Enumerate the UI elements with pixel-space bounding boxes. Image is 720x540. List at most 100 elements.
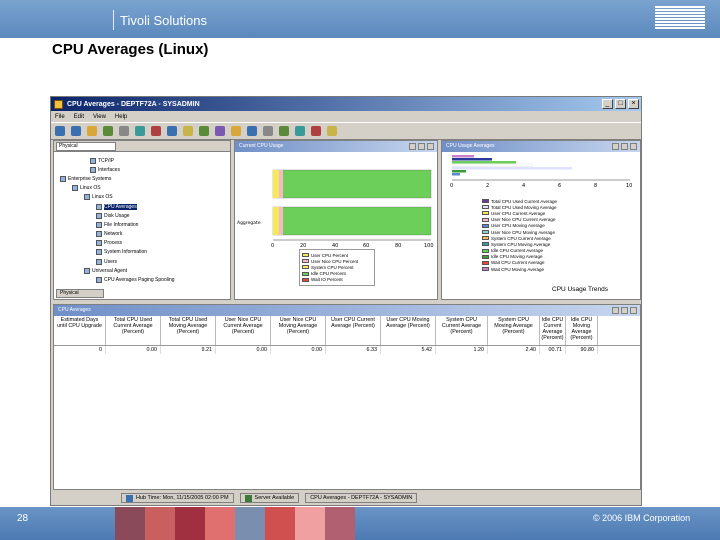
panel-menu-button[interactable] — [409, 143, 416, 150]
print-icon[interactable] — [119, 126, 129, 136]
trend-footer-label: CPU Usage Trends — [552, 286, 608, 293]
trend-bar — [452, 167, 572, 170]
footer-decoration — [115, 507, 355, 540]
table-icon[interactable] — [199, 126, 209, 136]
column-header[interactable]: System CPU Current Average (Percent) — [436, 316, 488, 345]
tree-node[interactable]: Process — [56, 239, 230, 248]
table-cell: 90.80 — [566, 346, 598, 354]
menu-view[interactable]: View — [93, 114, 106, 120]
table-cell: 0 — [54, 346, 106, 354]
maximize-button[interactable]: □ — [615, 99, 626, 109]
close-button[interactable]: × — [628, 99, 639, 109]
navigator-tab-physical[interactable]: Physical — [56, 289, 104, 298]
menu-help[interactable]: Help — [115, 114, 127, 120]
menu-file[interactable]: File — [55, 114, 65, 120]
trend-bar — [452, 158, 492, 161]
tree-node[interactable]: System Information — [56, 248, 230, 257]
node-icon — [90, 166, 96, 173]
cpu-averages-table-panel: CPU Averages Estimated Days until CPU Up… — [53, 304, 641, 490]
trend-legend: Total CPU Used Current Average Total CPU… — [480, 196, 598, 275]
node-icon — [72, 185, 78, 192]
workspace-icon[interactable] — [167, 126, 177, 136]
column-header[interactable]: User CPU Current Average (Percent) — [326, 316, 381, 345]
column-header[interactable]: Idle CPU Moving Average (Percent) — [566, 316, 598, 345]
panel-menu-button[interactable] — [612, 307, 619, 314]
page-number: 28 — [17, 513, 29, 524]
table-cell: 00.71 — [540, 346, 566, 354]
node-icon — [96, 258, 102, 265]
tree-node[interactable]: Users — [56, 257, 230, 266]
tree-node[interactable]: CPU Averages Paging Spooling — [56, 275, 230, 284]
status-server: Server Available — [239, 493, 300, 503]
column-header[interactable]: Total CPU Used Moving Average (Percent) — [161, 316, 216, 345]
panel-maximize-button[interactable] — [418, 143, 425, 150]
forward-icon[interactable] — [71, 126, 81, 136]
browser-icon[interactable] — [263, 126, 273, 136]
tree-node[interactable]: Interfaces — [56, 165, 230, 174]
home-icon[interactable] — [87, 126, 97, 136]
node-icon — [90, 157, 96, 164]
status-hub-time: Hub Time: Mon, 11/15/2005 02:00 PM — [121, 493, 234, 503]
panel-menu-button[interactable] — [612, 143, 619, 150]
tree-node[interactable]: File Information — [56, 220, 230, 229]
bar-row2-user — [273, 207, 279, 235]
bar-row1-user — [273, 170, 279, 198]
notepad-icon[interactable] — [247, 126, 257, 136]
panel-close-button[interactable] — [427, 143, 434, 150]
window-titlebar: CPU Averages - DEPTF72A - SYSADMIN _ □ × — [51, 97, 641, 111]
x-tick: 100 — [424, 243, 434, 249]
trend-panel-title: CPU Usage Averages — [446, 143, 495, 149]
event-icon[interactable] — [311, 126, 321, 136]
node-icon — [96, 249, 102, 256]
bar-panel-header: Current CPU Usage — [235, 141, 437, 152]
trend-x-tick: 2 — [486, 183, 489, 189]
tree-node[interactable]: Disk Usage — [56, 211, 230, 220]
back-icon[interactable] — [55, 126, 65, 136]
column-header[interactable]: User CPU Moving Average (Percent) — [381, 316, 436, 345]
panel-close-button[interactable] — [630, 143, 637, 150]
column-header[interactable]: Total CPU Used Current Average (Percent) — [106, 316, 161, 345]
tree-node[interactable]: Universal Agent — [56, 266, 230, 275]
navigator-view-select[interactable]: Physical — [56, 141, 116, 151]
ibm-logo — [655, 6, 705, 30]
chart-icon[interactable] — [183, 126, 193, 136]
table-panel-header: CPU Averages — [54, 305, 640, 316]
application-window: CPU Averages - DEPTF72A - SYSADMIN _ □ ×… — [50, 96, 642, 506]
tree-node[interactable]: Linux OS — [56, 193, 230, 202]
tree-node[interactable]: Linux OS — [56, 184, 230, 193]
column-header[interactable]: User Nice CPU Moving Average (Percent) — [271, 316, 326, 345]
tree-node[interactable]: TCP/IP — [56, 156, 230, 165]
tree-node[interactable]: Enterprise Systems — [56, 174, 230, 183]
column-header[interactable]: System CPU Moving Average (Percent) — [488, 316, 540, 345]
bar-row2-nice — [279, 207, 283, 235]
plot-icon[interactable] — [215, 126, 225, 136]
panel-maximize-button[interactable] — [621, 307, 628, 314]
node-icon — [84, 194, 90, 201]
node-icon — [96, 221, 102, 228]
minimize-button[interactable]: _ — [602, 99, 613, 109]
menu-edit[interactable]: Edit — [74, 114, 84, 120]
terminal-icon[interactable] — [279, 126, 289, 136]
topology-icon[interactable] — [295, 126, 305, 136]
tree-node-selected[interactable]: CPU Averages — [56, 202, 230, 211]
table-row[interactable]: 0 0.00 9.21 0.00 0.00 6.33 5.42 1.20 2.4… — [54, 346, 640, 354]
table-cell: 0.00 — [271, 346, 326, 354]
column-header[interactable]: Estimated Days until CPU Upgrade — [54, 316, 106, 345]
tree-node[interactable]: Network — [56, 230, 230, 239]
column-header[interactable]: Idle CPU Current Average (Percent) — [540, 316, 566, 345]
trend-x-tick: 8 — [594, 183, 597, 189]
bar-category-label: Aggregate — [237, 220, 261, 226]
panel-close-button[interactable] — [630, 307, 637, 314]
panel-maximize-button[interactable] — [621, 143, 628, 150]
refresh-icon[interactable] — [103, 126, 113, 136]
properties-icon[interactable] — [135, 126, 145, 136]
gauge-icon[interactable] — [231, 126, 241, 136]
copyright: © 2006 IBM Corporation — [593, 513, 691, 523]
situation-icon[interactable] — [327, 126, 337, 136]
trend-x-tick: 10 — [626, 183, 632, 189]
stop-icon[interactable] — [151, 126, 161, 136]
node-icon — [60, 175, 66, 182]
column-header[interactable]: User Nice CPU Current Average (Percent) — [216, 316, 271, 345]
trend-bar — [452, 173, 460, 176]
cpu-usage-averages-panel: CPU Usage Averages 0 2 4 6 8 10 Total CP… — [441, 140, 641, 300]
